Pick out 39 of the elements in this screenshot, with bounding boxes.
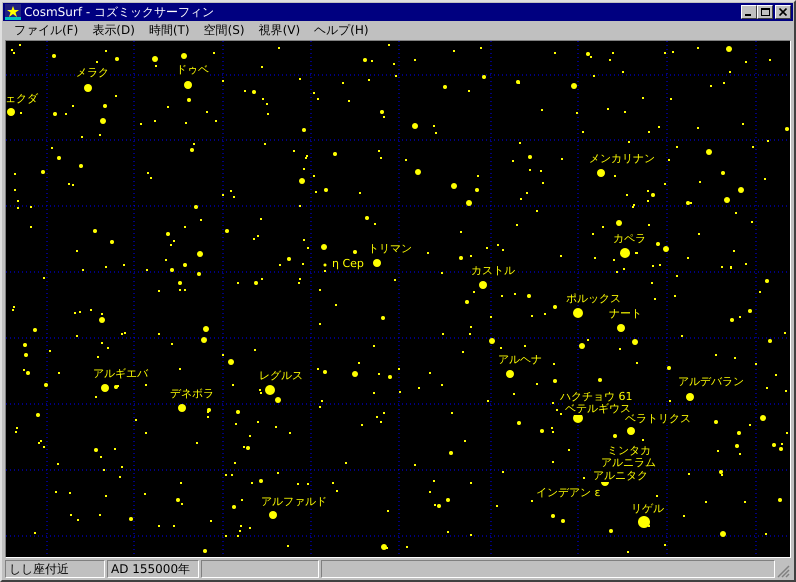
star-label: ベテルギウス	[565, 402, 631, 415]
star-label: ェクダ	[6, 92, 38, 105]
menu-item[interactable]: 空間(S)	[196, 22, 252, 39]
status-text: しし座付近	[5, 560, 105, 578]
menu-item[interactable]: ファイル(F)	[7, 22, 86, 39]
star-label: アルヘナ	[498, 353, 542, 366]
resize-grip-icon[interactable]	[777, 565, 790, 578]
star-label: メンカリナン	[589, 152, 655, 165]
star-label: レグルス	[259, 369, 303, 382]
maximize-button[interactable]	[757, 5, 773, 19]
star-label: ポルックス	[566, 292, 621, 305]
minimize-button[interactable]	[741, 5, 757, 19]
star-label: アルファルド	[261, 495, 327, 508]
star-label: リゲル	[631, 502, 664, 515]
star-label: アルデバラン	[678, 375, 744, 388]
star-label: アルニタク	[593, 469, 648, 482]
close-icon	[779, 8, 788, 17]
star-label: デネボラ	[170, 387, 214, 400]
menu-item[interactable]: 表示(D)	[85, 22, 142, 39]
star-label: η Cep	[332, 257, 364, 270]
maximize-icon	[761, 8, 770, 17]
close-button[interactable]	[775, 5, 791, 19]
star-label: カペラ	[613, 232, 646, 245]
star-label: ハクチョウ 61	[560, 390, 632, 403]
star-label: ミンタカ	[607, 444, 651, 457]
menu-item[interactable]: ヘルプ(H)	[307, 22, 376, 39]
star-label: カストル	[471, 264, 515, 277]
star-label: ベラトリクス	[625, 412, 691, 425]
app-logo-icon	[5, 4, 21, 20]
menu-item[interactable]: 視界(V)	[252, 22, 308, 39]
star-label: ナート	[609, 307, 642, 320]
star-label: メラク	[76, 66, 109, 79]
star-label: インデアン ε	[536, 486, 600, 499]
window-title: CosmSurf - コズミックサーフィン	[24, 4, 216, 20]
status-text: AD 155000年	[107, 560, 199, 578]
star-label: アルニラム	[601, 456, 656, 469]
menu-item[interactable]: 時間(T)	[142, 22, 197, 39]
star-label: ドゥベ	[176, 63, 209, 76]
star-label: アルギエバ	[93, 367, 148, 380]
